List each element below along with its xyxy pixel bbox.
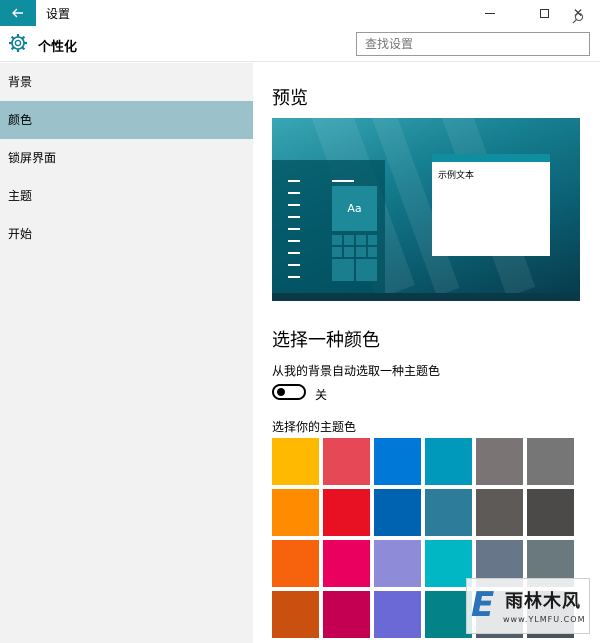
app-title: 设置	[46, 7, 71, 21]
watermark-name: 雨林木风	[505, 591, 581, 612]
preview-menu-line	[288, 228, 300, 230]
preview-tile	[344, 247, 354, 257]
preview-tile	[356, 235, 366, 245]
preview-menu-line	[288, 204, 300, 206]
preview-heading: 预览	[272, 88, 308, 109]
accent-color-swatch[interactable]	[425, 591, 472, 638]
preview-tile	[368, 247, 377, 257]
preview-menu-line	[288, 180, 300, 182]
maximize-icon	[539, 8, 549, 18]
accent-color-swatch[interactable]	[374, 489, 421, 536]
search-input[interactable]	[356, 32, 590, 56]
toggle-state-label: 关	[315, 388, 328, 402]
watermark-logo: E	[471, 585, 495, 625]
minimize-icon	[485, 12, 495, 14]
accent-color-swatch[interactable]	[527, 489, 574, 536]
preview-sample-text: 示例文本	[438, 171, 475, 181]
back-arrow-icon	[12, 8, 23, 18]
preview-tile	[356, 247, 366, 257]
preview-menu-line	[332, 180, 354, 182]
preview-menu-line	[288, 240, 300, 242]
accent-color-swatch[interactable]	[323, 489, 370, 536]
preview-menu-line	[288, 264, 300, 266]
accent-color-swatch[interactable]	[374, 540, 421, 587]
accent-color-swatch[interactable]	[527, 438, 574, 485]
accent-color-swatch[interactable]	[374, 438, 421, 485]
preview-menu-line	[288, 216, 300, 218]
preview-window: 示例文本	[432, 154, 550, 256]
watermark-url: www.YLMFU.COM	[503, 615, 586, 624]
auto-pick-toggle[interactable]	[272, 384, 306, 400]
accent-color-swatch[interactable]	[323, 438, 370, 485]
accent-color-swatch[interactable]	[374, 591, 421, 638]
accent-color-swatch[interactable]	[425, 489, 472, 536]
preview-tile: Aa	[332, 186, 377, 231]
preview-tile	[332, 259, 354, 281]
sidebar-item-themes[interactable]: 主题	[0, 177, 253, 215]
theme-preview: Aa 示例文本	[272, 118, 580, 301]
sidebar-item-colors[interactable]: 颜色	[0, 101, 253, 139]
back-button[interactable]	[0, 0, 36, 26]
gear-icon	[9, 34, 27, 52]
minimize-button[interactable]	[468, 0, 512, 26]
preview-tile	[368, 235, 377, 245]
settings-header: 个性化	[0, 26, 600, 62]
accent-color-label: 选择你的主题色	[272, 420, 357, 434]
sidebar: 背景 颜色 锁屏界面 主题 开始	[0, 63, 253, 643]
auto-pick-label: 从我的背景自动选取一种主题色	[272, 364, 441, 378]
preview-tile	[344, 235, 354, 245]
accent-color-swatch[interactable]	[323, 540, 370, 587]
accent-color-swatch[interactable]	[476, 438, 523, 485]
accent-color-swatch[interactable]	[272, 591, 319, 638]
sidebar-item-start[interactable]: 开始	[0, 215, 253, 253]
watermark: E 雨林木风 www.YLMFU.COM	[466, 578, 590, 634]
preview-menu-line	[288, 192, 300, 194]
accent-color-swatch[interactable]	[425, 540, 472, 587]
section-title: 个性化	[38, 40, 78, 55]
accent-color-swatch[interactable]	[323, 591, 370, 638]
toggle-knob	[277, 388, 285, 396]
sidebar-item-background[interactable]: 背景	[0, 63, 253, 101]
accent-color-swatch[interactable]	[272, 438, 319, 485]
preview-menu-line	[288, 252, 300, 254]
search-icon[interactable]	[572, 12, 584, 24]
preview-start-menu: Aa	[272, 160, 385, 293]
accent-color-swatch[interactable]	[272, 489, 319, 536]
preview-tile	[332, 247, 342, 257]
title-bar: 设置 ✕	[0, 0, 600, 26]
preview-tile	[332, 235, 342, 245]
sidebar-item-lock-screen[interactable]: 锁屏界面	[0, 139, 253, 177]
accent-color-swatch[interactable]	[476, 489, 523, 536]
preview-taskbar	[272, 293, 580, 301]
preview-tile	[356, 259, 377, 281]
preview-menu-line	[288, 276, 300, 278]
accent-color-swatch[interactable]	[425, 438, 472, 485]
choose-color-heading: 选择一种颜色	[272, 330, 380, 351]
accent-color-swatch[interactable]	[272, 540, 319, 587]
